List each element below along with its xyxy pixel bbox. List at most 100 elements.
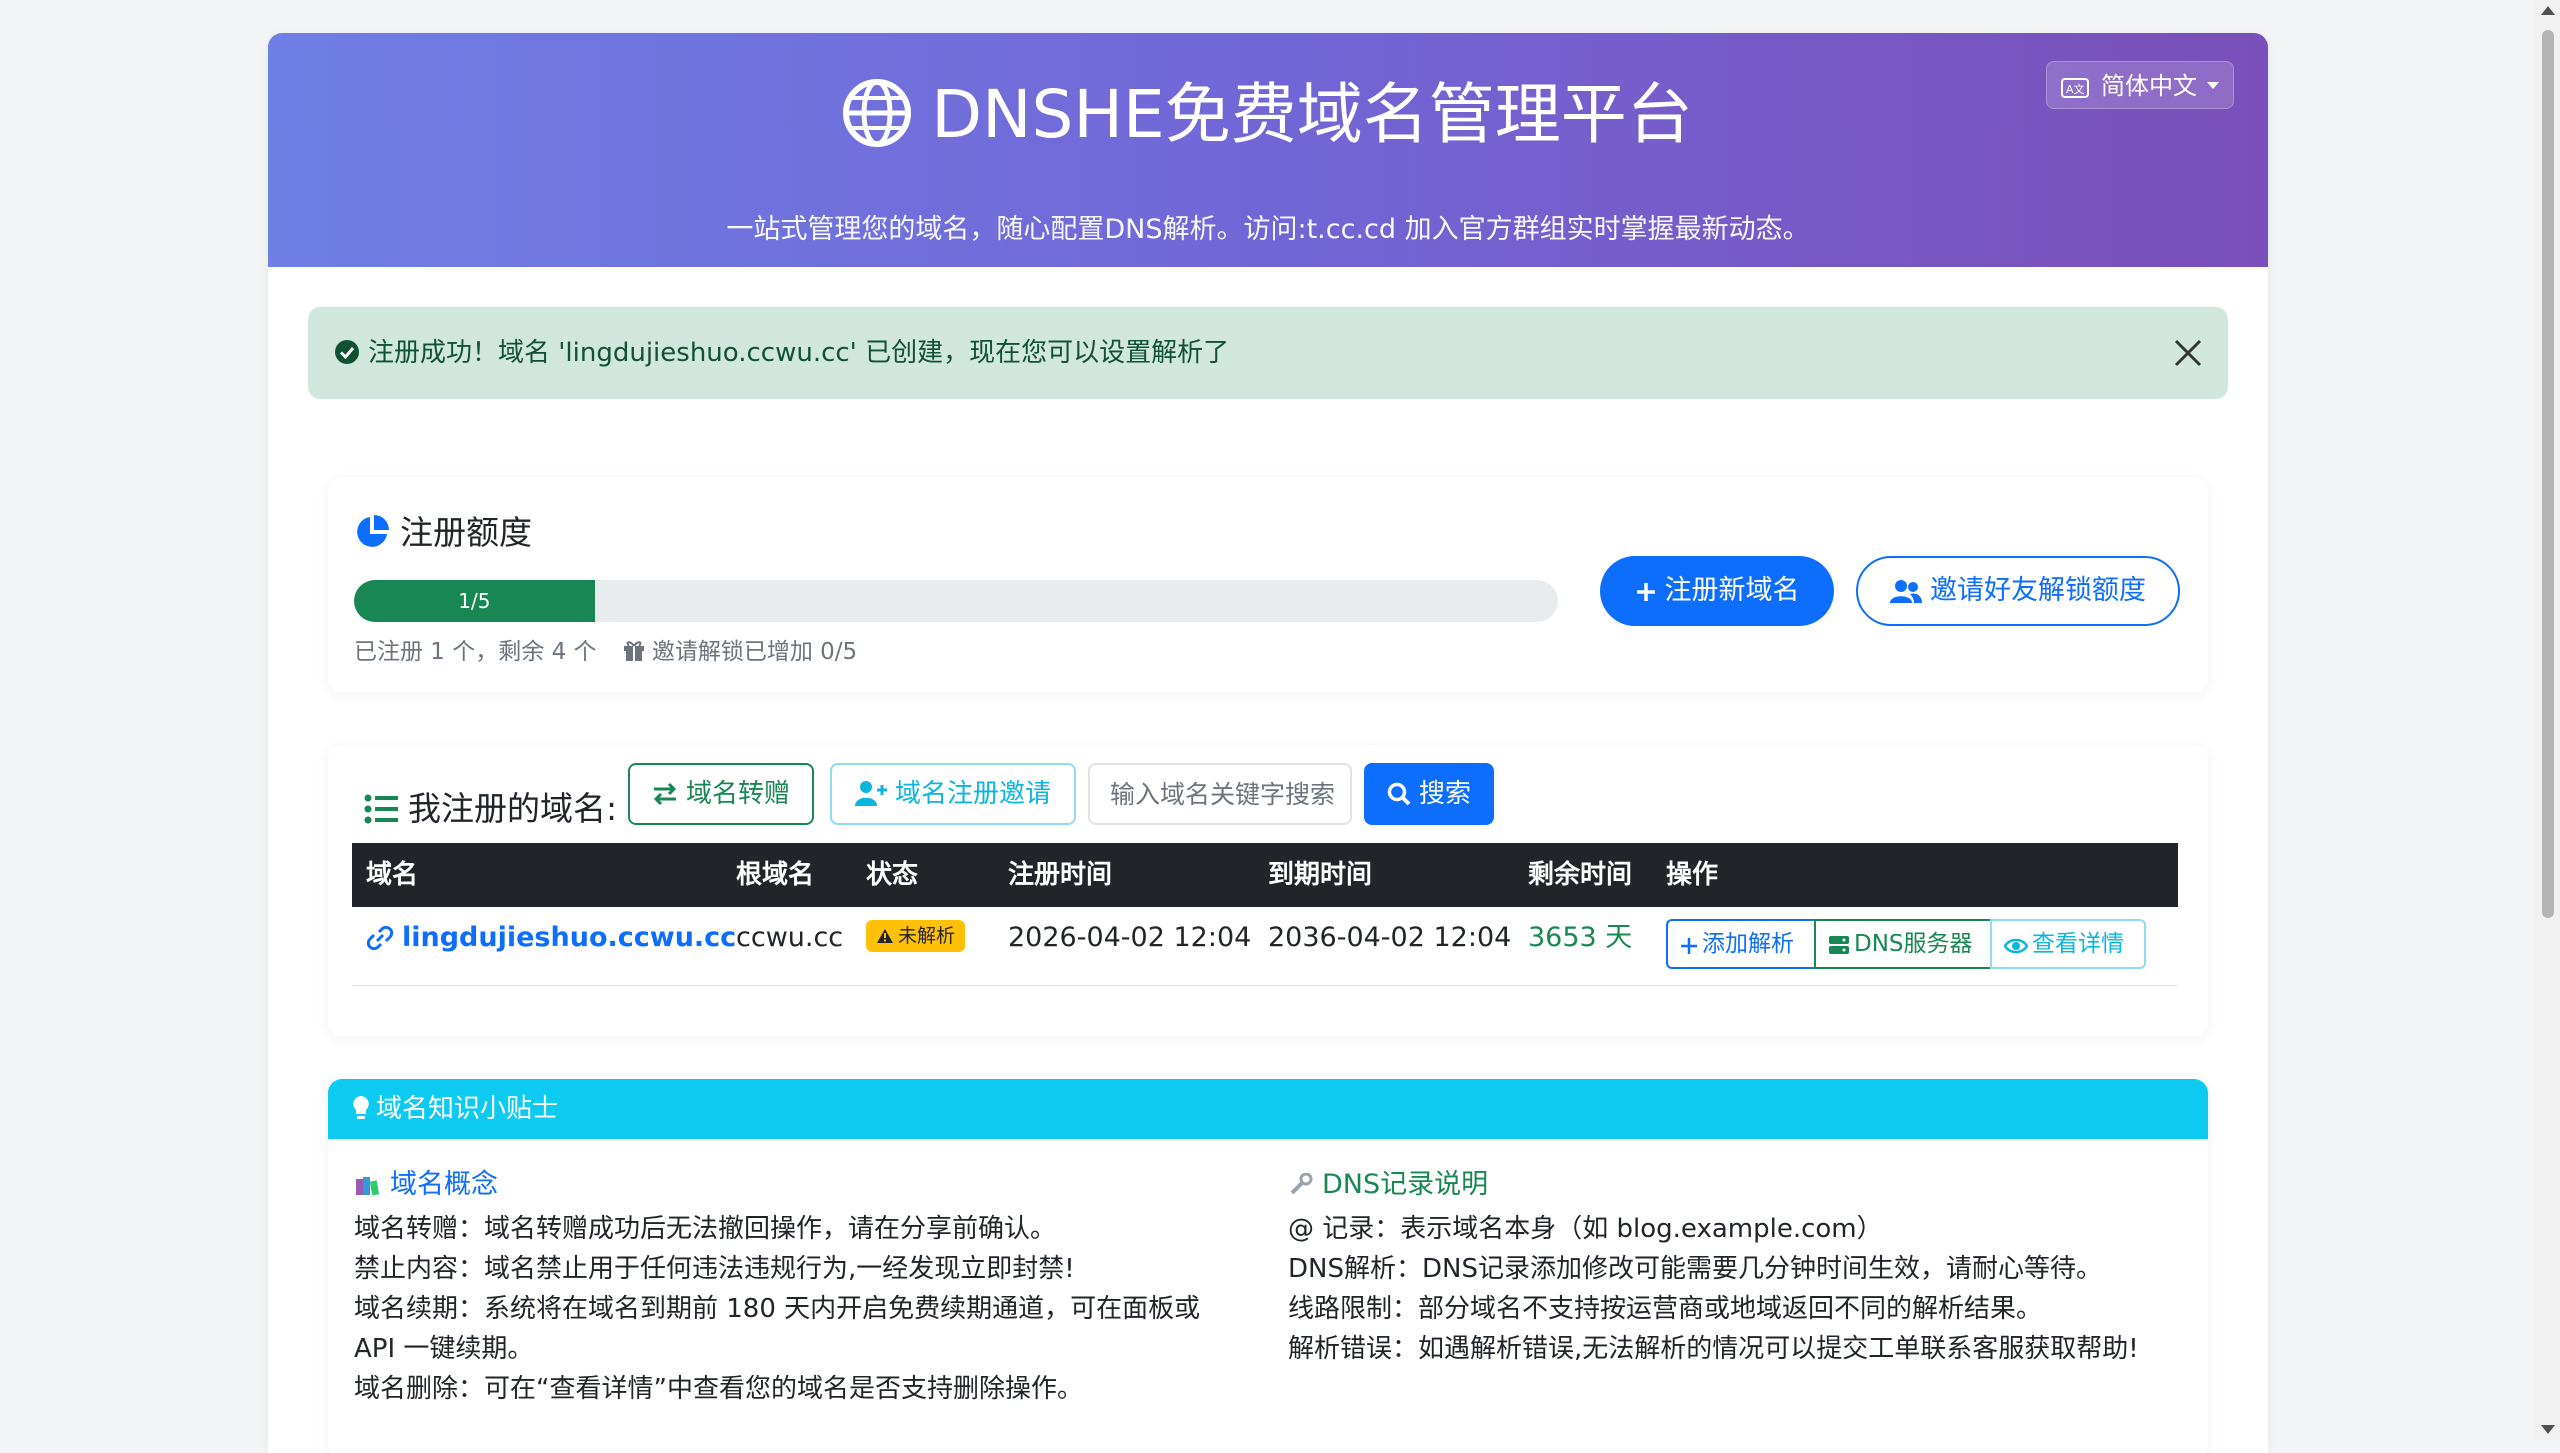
row-actions: 添加解析 DNS服务器 查看详情 [1666,919,2146,969]
domain-link[interactable]: lingdujieshuo.ccwu.cc [366,907,736,969]
domain-search-input[interactable] [1088,763,1352,825]
link-icon [366,926,394,950]
pie-chart-icon [357,515,389,547]
tip-line: 禁止内容：域名禁止用于任何违法违规行为,一经发现立即封禁! [354,1254,1075,1284]
scroll-down-arrow-icon[interactable] [2541,1425,2555,1434]
language-icon: A文 [2061,78,2089,98]
quota-progress-bar: 1/5 [354,580,1558,622]
invite-friends-button[interactable]: 邀请好友解锁额度 [1856,556,2180,626]
tip-line: 线路限制：部分域名不支持按运营商或地域返回不同的解析结果。 [1288,1294,2043,1324]
domain-concepts-title: 域名概念 [390,1169,498,1200]
tip-line: 域名续期：系统将在域名到期前 180 天内开启免费续期通道，可在面板或 [354,1294,1201,1324]
page-header: DNSHE免费域名管理平台 一站式管理您的域名，随心配置DNS解析。访问:t.c… [268,33,2268,267]
user-plus-icon [854,781,887,806]
view-details-label: 查看详情 [2032,931,2124,957]
table-header: 域名 根域名 状态 注册时间 到期时间 剩余时间 操作 [352,843,2178,907]
scroll-up-arrow-icon[interactable] [2541,6,2555,15]
domain-transfer-button[interactable]: 域名转赠 [628,763,814,825]
svg-text:A文: A文 [2066,82,2085,96]
tip-line: DNS解析：DNS记录添加修改可能需要几分钟时间生效，请耐心等待。 [1288,1254,2102,1284]
domains-title-text: 我注册的域名: [408,789,618,828]
quota-card: 注册额度 1/5 已注册 1 个，剩余 4 个 邀请解锁已增加 0/5 注册新域… [328,477,2208,693]
column-header-expires: 到期时间 [1268,860,1373,890]
chevron-down-icon [2207,82,2219,89]
quota-title: 注册额度 [354,511,532,555]
dns-records-heading: DNS记录说明 [1288,1163,2188,1207]
tip-line: 域名删除：可在“查看详情”中查看您的域名是否支持删除操作。 [354,1374,1083,1404]
quota-progress-fill: 1/5 [354,580,595,622]
scrollbar-thumb[interactable] [2542,30,2554,918]
table-row: lingdujieshuo.ccwu.cc ccwu.cc 未解析 2026-0… [352,907,2178,986]
list-icon [364,794,398,824]
registered-time: 2026-04-02 12:04 [1008,922,1252,953]
page-scrollbar[interactable] [2534,0,2560,1440]
domain-name: lingdujieshuo.ccwu.cc [402,922,737,953]
page-title: DNSHE免费域名管理平台 [268,75,2268,155]
check-circle-icon [335,340,359,364]
quota-count-text: 已注册 1 个，剩余 4 个 [354,639,597,665]
expires-time: 2036-04-02 12:04 [1268,922,1512,953]
domains-title: 我注册的域名: [364,779,617,839]
books-icon [356,1177,380,1196]
register-domain-label: 注册新域名 [1664,575,1800,606]
register-domain-button[interactable]: 注册新域名 [1600,556,1834,626]
tip-line: API 一键续期。 [354,1334,534,1364]
tips-card: 域名知识小贴士 域名概念 域名转赠：域名转赠成功后无法撤回操作，请在分享前确认。… [328,1079,2208,1453]
domain-transfer-label: 域名转赠 [685,779,790,809]
language-dropdown[interactable]: A文 简体中文 [2046,61,2234,109]
plus-icon [1636,583,1655,601]
column-header-root: 根域名 [736,860,815,890]
status-cell: 未解析 [866,907,966,969]
invite-friends-label: 邀请好友解锁额度 [1930,575,2146,606]
invite-unlock-text: 邀请解锁已增加 0/5 [651,639,858,665]
tips-header: 域名知识小贴士 [328,1079,2208,1139]
server-icon [1829,936,1849,954]
eye-icon [2004,938,2028,954]
status-text: 未解析 [898,925,956,947]
quota-note: 已注册 1 个，剩余 4 个 邀请解锁已增加 0/5 [354,635,857,669]
transfer-icon [653,782,677,806]
alert-message: 注册成功！域名 'lingdujieshuo.ccwu.cc' 已创建，现在您可… [368,338,1230,368]
plus-icon [1681,938,1697,954]
view-details-button[interactable]: 查看详情 [1990,919,2146,969]
column-header-registered: 注册时间 [1008,860,1113,890]
add-record-label: 添加解析 [1702,931,1794,957]
tip-line: @ 记录：表示域名本身（如 blog.example.com） [1288,1214,1883,1244]
dns-servers-button[interactable]: DNS服务器 [1814,919,1992,969]
tip-line: 域名转赠：域名转赠成功后无法撤回操作，请在分享前确认。 [354,1214,1057,1244]
page-subtitle: 一站式管理您的域名，随心配置DNS解析。访问:t.cc.cd 加入官方群组实时掌… [726,214,1810,245]
globe-icon [843,79,912,147]
quota-title-text: 注册额度 [400,513,532,552]
users-icon [1890,580,1922,603]
main-container: DNSHE免费域名管理平台 一站式管理您的域名，随心配置DNS解析。访问:t.c… [268,33,2268,1453]
status-badge: 未解析 [866,920,966,952]
domain-concepts-heading: 域名概念 [354,1163,1254,1207]
column-header-remaining: 剩余时间 [1528,860,1633,890]
tips-title: 域名知识小贴士 [376,1094,559,1124]
language-label: 简体中文 [2101,72,2197,100]
warning-icon [877,929,893,943]
search-icon [1387,782,1411,806]
column-header-actions: 操作 [1666,860,1719,890]
root-domain: ccwu.cc [736,922,844,953]
wrench-icon [1290,1173,1313,1195]
domain-invite-label: 域名注册邀请 [894,779,1051,809]
search-button-label: 搜索 [1418,779,1471,809]
search-button[interactable]: 搜索 [1364,763,1494,825]
add-record-button[interactable]: 添加解析 [1666,919,1816,969]
column-header-domain: 域名 [366,860,419,890]
domains-table: 域名 根域名 状态 注册时间 到期时间 剩余时间 操作 lingdujieshu… [352,843,2178,986]
tips-dns-records: DNS记录说明 @ 记录：表示域名本身（如 blog.example.com） … [1288,1163,2188,1369]
tips-domain-concepts: 域名概念 域名转赠：域名转赠成功后无法撤回操作，请在分享前确认。 禁止内容：域名… [354,1163,1254,1409]
domains-card: 我注册的域名: 域名转赠 域名注册邀请 搜索 域名 根域名 [328,745,2208,1037]
domain-invite-button[interactable]: 域名注册邀请 [830,763,1076,825]
lightbulb-icon [353,1096,369,1119]
success-alert: 注册成功！域名 'lingdujieshuo.ccwu.cc' 已创建，现在您可… [308,307,2228,399]
remaining-days: 3653 天 [1528,922,1633,953]
title-text: DNSHE免费域名管理平台 [931,76,1693,153]
close-icon[interactable] [2172,337,2204,369]
gift-icon [623,641,644,661]
dns-servers-label: DNS服务器 [1854,931,1973,957]
tip-line: 解析错误：如遇解析错误,无法解析的情况可以提交工单联系客服获取帮助! [1288,1334,2139,1364]
column-header-status: 状态 [866,860,919,890]
